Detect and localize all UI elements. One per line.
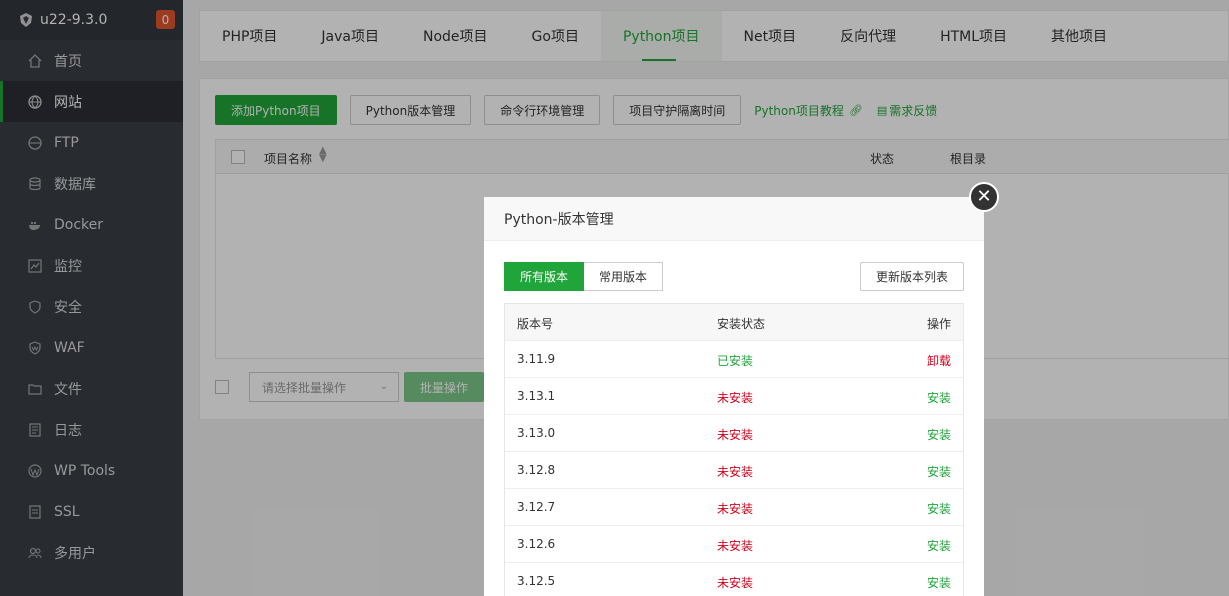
version-table-header: 版本号 安装状态 操作: [505, 304, 963, 341]
col-action: 操作: [926, 317, 951, 331]
install-status: 未安装: [717, 576, 754, 590]
install-button[interactable]: 安装: [927, 537, 951, 554]
install-button[interactable]: 安装: [927, 574, 951, 591]
refresh-version-list-button[interactable]: 更新版本列表: [859, 262, 964, 291]
version-number: 3.12.7: [517, 500, 556, 514]
version-number: 3.12.8: [517, 463, 556, 477]
install-status: 未安装: [717, 391, 754, 405]
version-table: 版本号 安装状态 操作 3.11.9 已安装 卸载 3.13.1 未安装 安装 …: [504, 303, 964, 596]
install-button[interactable]: 安装: [927, 463, 951, 480]
version-number: 3.12.5: [517, 574, 556, 588]
close-icon: ✕: [976, 186, 992, 207]
install-button[interactable]: 安装: [927, 500, 951, 517]
table-row: 3.12.7 未安装 安装: [505, 489, 963, 526]
python-version-modal: Python-版本管理 所有版本 常用版本 更新版本列表 版本号 安装状态 操作…: [484, 197, 984, 596]
install-status: 未安装: [717, 539, 754, 553]
table-row: 3.12.8 未安装 安装: [505, 452, 963, 489]
col-install-status: 安装状态: [717, 317, 766, 331]
install-button[interactable]: 安装: [927, 426, 951, 443]
install-button[interactable]: 安装: [927, 389, 951, 406]
version-filter: 所有版本 常用版本: [504, 262, 664, 291]
col-version: 版本号: [517, 317, 554, 331]
version-number: 3.13.0: [517, 426, 556, 440]
version-number: 3.11.9: [517, 352, 556, 366]
table-row: 3.12.5 未安装 安装: [505, 563, 963, 596]
install-status: 未安装: [717, 465, 754, 479]
modal-title: Python-版本管理: [484, 197, 984, 241]
uninstall-button[interactable]: 卸载: [927, 352, 951, 369]
common-versions-tab[interactable]: 常用版本: [584, 262, 664, 291]
install-status: 未安装: [717, 502, 754, 516]
table-row: 3.12.6 未安装 安装: [505, 526, 963, 563]
all-versions-tab[interactable]: 所有版本: [504, 262, 585, 291]
table-row: 3.13.1 未安装 安装: [505, 378, 963, 415]
install-status: 已安装: [717, 354, 754, 368]
install-status: 未安装: [717, 428, 754, 442]
table-row: 3.11.9 已安装 卸载: [505, 341, 963, 378]
version-number: 3.13.1: [517, 389, 556, 403]
close-modal-button[interactable]: ✕: [969, 182, 999, 212]
table-row: 3.13.0 未安装 安装: [505, 415, 963, 452]
version-number: 3.12.6: [517, 537, 556, 551]
